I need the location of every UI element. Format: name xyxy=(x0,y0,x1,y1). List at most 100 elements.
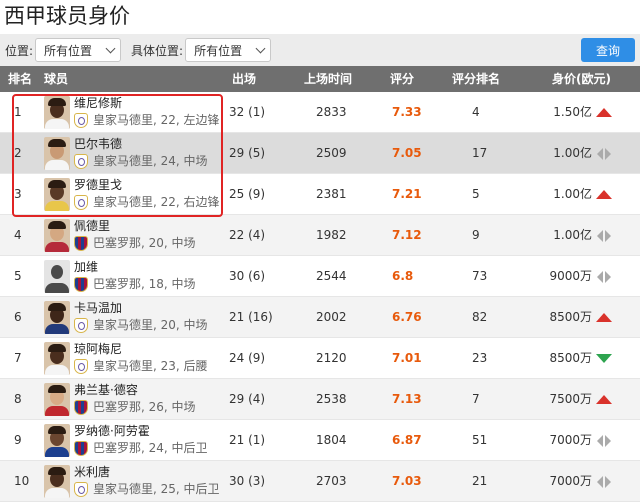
rating-rank-cell: 17 xyxy=(472,146,488,160)
col-rank[interactable]: 排名 xyxy=(8,66,32,92)
table-header: 排名 球员 出场 上场时间 评分 评分排名 身价(欧元) xyxy=(0,66,640,92)
trend-up-icon xyxy=(596,313,612,322)
table-row[interactable]: 6 卡马温加 皇家马德里, 20, 中场 21 (16) 2002 6.76 82 8500万 xyxy=(0,297,640,338)
rating-rank-cell: 5 xyxy=(472,187,480,201)
rating-rank-cell: 9 xyxy=(472,228,480,242)
col-minutes[interactable]: 上场时间 xyxy=(304,66,352,92)
rating-rank-cell: 7 xyxy=(472,392,480,406)
player-avatar[interactable] xyxy=(44,465,70,498)
col-rating-rank[interactable]: 评分排名 xyxy=(452,66,500,92)
market-value-cell: 9000万 xyxy=(549,269,592,283)
player-name-link[interactable]: 弗兰基·德容 xyxy=(74,383,138,398)
rating-rank-cell: 21 xyxy=(472,474,488,488)
minutes-cell: 2544 xyxy=(316,269,347,283)
player-name-link[interactable]: 巴尔韦德 xyxy=(74,137,122,152)
apps-cell: 30 (3) xyxy=(229,474,266,488)
query-button[interactable]: 查询 xyxy=(581,38,635,62)
player-avatar[interactable] xyxy=(44,260,70,293)
player-avatar[interactable] xyxy=(44,301,70,334)
rating-cell: 7.12 xyxy=(392,228,422,242)
col-apps[interactable]: 出场 xyxy=(232,66,256,92)
trend-up-icon xyxy=(596,108,612,117)
table-row[interactable]: 3 罗德里戈 皇家马德里, 22, 右边锋 25 (9) 2381 7.21 5 1.00亿 xyxy=(0,174,640,215)
player-info: 巴塞罗那, 20, 中场 xyxy=(93,236,196,250)
player-info: 皇家马德里, 23, 后腰 xyxy=(93,359,208,373)
player-name-link[interactable]: 卡马温加 xyxy=(74,301,122,316)
club-crest-icon xyxy=(74,154,88,169)
player-name-link[interactable]: 罗纳德·阿劳霍 xyxy=(74,424,150,439)
player-info: 皇家马德里, 22, 左边锋 xyxy=(93,113,220,127)
col-rating[interactable]: 评分 xyxy=(390,66,414,92)
table-row[interactable]: 5 加维 巴塞罗那, 18, 中场 30 (6) 2544 6.8 73 9000万 xyxy=(0,256,640,297)
col-value[interactable]: 身价(欧元) xyxy=(552,66,611,92)
rating-cell: 6.76 xyxy=(392,310,422,324)
club-crest-icon xyxy=(74,441,88,456)
market-value-cell: 1.50亿 xyxy=(553,105,592,119)
player-avatar[interactable] xyxy=(44,342,70,375)
apps-cell: 22 (4) xyxy=(229,228,266,242)
apps-cell: 21 (16) xyxy=(229,310,273,324)
player-info: 皇家马德里, 24, 中场 xyxy=(93,154,208,168)
player-avatar[interactable] xyxy=(44,178,70,211)
minutes-cell: 2703 xyxy=(316,474,347,488)
trend-flat-icon xyxy=(597,271,613,283)
minutes-cell: 2120 xyxy=(316,351,347,365)
rating-rank-cell: 73 xyxy=(472,269,488,283)
table-row[interactable]: 1 维尼修斯 皇家马德里, 22, 左边锋 32 (1) 2833 7.33 4 1.50亿 xyxy=(0,92,640,133)
player-name-link[interactable]: 加维 xyxy=(74,260,98,275)
club-crest-icon xyxy=(74,113,88,128)
player-avatar[interactable] xyxy=(44,383,70,416)
rating-rank-cell: 23 xyxy=(472,351,488,365)
chevron-down-icon xyxy=(105,43,116,53)
player-info: 皇家马德里, 20, 中场 xyxy=(93,318,208,332)
player-name-link[interactable]: 维尼修斯 xyxy=(74,96,122,111)
rating-cell: 6.87 xyxy=(392,433,422,447)
player-name-link[interactable]: 琼阿梅尼 xyxy=(74,342,122,357)
market-value-cell: 8500万 xyxy=(549,310,592,324)
table-row[interactable]: 2 巴尔韦德 皇家马德里, 24, 中场 29 (5) 2509 7.05 17 1.00亿 xyxy=(0,133,640,174)
player-avatar[interactable] xyxy=(44,96,70,129)
player-avatar[interactable] xyxy=(44,424,70,457)
position-select[interactable]: 所有位置 xyxy=(35,38,122,62)
minutes-cell: 1804 xyxy=(316,433,347,447)
club-crest-icon xyxy=(74,482,88,497)
table-row[interactable]: 10 米利唐 皇家马德里, 25, 中后卫 30 (3) 2703 7.03 21 7000万 xyxy=(0,461,640,502)
market-value-cell: 7000万 xyxy=(549,433,592,447)
rank-cell: 5 xyxy=(14,269,22,283)
market-value-cell: 1.00亿 xyxy=(553,228,592,242)
detail-position-select[interactable]: 所有位置 xyxy=(185,38,272,62)
rank-cell: 4 xyxy=(14,228,22,242)
col-player[interactable]: 球员 xyxy=(44,66,68,92)
player-info: 皇家马德里, 22, 右边锋 xyxy=(93,195,220,209)
rank-cell: 1 xyxy=(14,105,22,119)
table-row[interactable]: 4 佩德里巴塞罗那, 20, 中场 22 (4) 1982 7.12 9 1.00亿 xyxy=(0,215,640,256)
player-avatar[interactable] xyxy=(44,137,70,170)
table-row[interactable]: 7 琼阿梅尼 皇家马德里, 23, 后腰 24 (9) 2120 7.01 23 8500万 xyxy=(0,338,640,379)
apps-cell: 25 (9) xyxy=(229,187,266,201)
player-info: 巴塞罗那, 18, 中场 xyxy=(93,277,196,291)
club-crest-icon xyxy=(74,236,88,251)
apps-cell: 32 (1) xyxy=(229,105,266,119)
apps-cell: 21 (1) xyxy=(229,433,266,447)
market-value-cell: 1.00亿 xyxy=(553,187,592,201)
page-title: 西甲球员身价 xyxy=(4,4,130,28)
rating-cell: 6.8 xyxy=(392,269,414,283)
player-avatar[interactable] xyxy=(44,219,70,252)
rating-cell: 7.05 xyxy=(392,146,422,160)
table-row[interactable]: 8 弗兰基·德容 巴塞罗那, 26, 中场 29 (4) 2538 7.13 7 7500万 xyxy=(0,379,640,420)
trend-up-icon xyxy=(596,395,612,404)
player-name-link[interactable]: 罗德里戈 xyxy=(74,178,122,193)
trend-flat-icon xyxy=(597,148,613,160)
rank-cell: 8 xyxy=(14,392,22,406)
trend-flat-icon xyxy=(597,476,613,488)
player-name-link[interactable]: 米利唐 xyxy=(74,465,110,480)
rating-cell: 7.01 xyxy=(392,351,422,365)
market-value-cell: 7000万 xyxy=(549,474,592,488)
apps-cell: 24 (9) xyxy=(229,351,266,365)
table-row[interactable]: 9 罗纳德·阿劳霍 巴塞罗那, 24, 中后卫 21 (1) 1804 6.87 51 700… xyxy=(0,420,640,461)
minutes-cell: 2002 xyxy=(316,310,347,324)
minutes-cell: 2833 xyxy=(316,105,347,119)
minutes-cell: 1982 xyxy=(316,228,347,242)
player-name-link[interactable]: 佩德里 xyxy=(74,219,110,234)
trend-flat-icon xyxy=(597,230,613,242)
